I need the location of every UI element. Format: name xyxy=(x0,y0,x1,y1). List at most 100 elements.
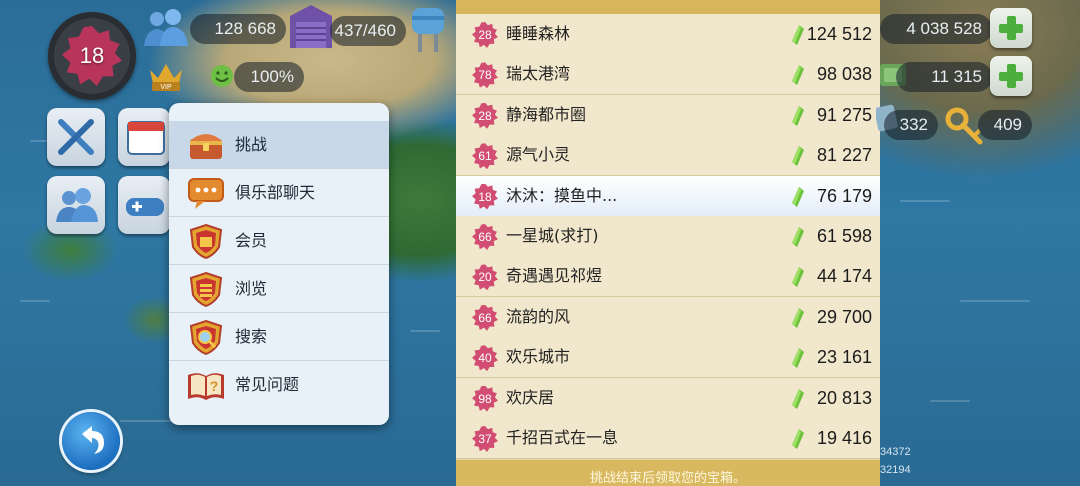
add-simoleons-button[interactable] xyxy=(990,8,1032,48)
green-gem-icon xyxy=(792,65,804,86)
city-level: 40 xyxy=(478,351,492,366)
menu-item-faq[interactable]: ? 常见问题 xyxy=(169,361,389,409)
city-name: 静海都市圈 xyxy=(506,104,587,124)
menu-item-search[interactable]: 搜索 xyxy=(169,313,389,361)
leaderboard-row[interactable]: 20 奇遇遇见祁煜 44 174 xyxy=(456,256,880,298)
simcash-counter: 11 315 xyxy=(896,62,992,92)
vip-badge-icon[interactable]: VIP xyxy=(146,58,186,94)
city-level: 37 xyxy=(478,432,492,446)
events-calendar-button[interactable] xyxy=(118,108,170,166)
golden-keys-counter: 332 xyxy=(884,110,938,140)
calendar-icon xyxy=(127,121,165,155)
city-name: 千招百式在一息 xyxy=(506,428,619,447)
treasure-chest-icon xyxy=(190,134,222,159)
green-gem-icon xyxy=(792,25,804,45)
challenge-score: 98 038 xyxy=(816,64,872,85)
city-name: 一星城(求打) xyxy=(506,226,599,245)
green-gem-icon xyxy=(792,348,804,369)
challenge-score: 19 416 xyxy=(816,428,872,448)
menu-item-label: 常见问题 xyxy=(235,375,300,394)
city-name: 源气小灵 xyxy=(506,145,571,165)
club-members-button[interactable] xyxy=(47,176,105,234)
green-gem-icon xyxy=(792,429,804,449)
challenge-score: 81 227 xyxy=(816,145,872,166)
city-name: 睡睡森林 xyxy=(506,24,571,43)
city-level: 98 xyxy=(478,391,492,406)
add-simcash-button[interactable] xyxy=(990,56,1032,96)
population-counter: 128 668 xyxy=(190,14,286,44)
green-gem-icon xyxy=(792,186,804,207)
back-button[interactable] xyxy=(62,412,120,470)
city-level: 66 xyxy=(478,310,492,325)
svg-text:VIP: VIP xyxy=(160,84,172,91)
members-shield-icon xyxy=(189,223,223,259)
green-gem-icon xyxy=(792,388,804,409)
menu-item-label: 浏览 xyxy=(235,279,268,298)
city-level: 20 xyxy=(478,270,492,285)
green-gem-icon xyxy=(792,146,804,167)
leaderboard-row[interactable]: 66 一星城(求打) 61 598 xyxy=(456,216,880,257)
search-shield-icon xyxy=(189,319,223,355)
games-controller-button[interactable] xyxy=(118,176,170,234)
city-name: 流韵的风 xyxy=(506,306,571,326)
club-side-menu: 挑战 俱乐部聊天 会员 浏览 搜索 ? 常见问题 xyxy=(169,103,389,425)
gamepad-icon xyxy=(126,198,164,216)
simoleons-counter: 4 038 528 xyxy=(880,14,992,44)
leaderboard-row[interactable]: 78 瑞太港湾 98 038 xyxy=(456,54,880,96)
city-name: 奇遇遇见祁煜 xyxy=(506,266,603,286)
menu-item-club-chat[interactable]: 俱乐部聊天 xyxy=(169,169,389,217)
green-gem-icon xyxy=(792,307,804,328)
storage-counter: 437/460 xyxy=(330,16,406,46)
city-level: 78 xyxy=(478,68,492,83)
people-icon xyxy=(56,188,98,222)
city-level: 61 xyxy=(478,149,492,164)
water-tower-icon xyxy=(404,2,452,54)
leaderboard-row[interactable]: 37 千招百式在一息 19 416 xyxy=(456,418,880,459)
leaderboard-row[interactable]: 66 流韵的风 29 700 xyxy=(456,296,880,338)
challenge-score: 44 174 xyxy=(816,266,872,287)
green-gem-icon xyxy=(792,105,804,126)
chest-reward-note: 挑战结束后领取您的宝箱。 xyxy=(589,471,746,486)
menu-item-label: 挑战 xyxy=(235,135,268,154)
challenge-score: 61 598 xyxy=(816,226,872,246)
happiness-percent: 100% xyxy=(234,62,304,92)
menu-item-label: 会员 xyxy=(235,231,268,250)
back-arrow-icon xyxy=(82,426,104,454)
happiness-smiley-icon xyxy=(210,64,234,88)
leaderboard-footer: 挑战结束后领取您的宝箱。 xyxy=(456,460,880,486)
leaderboard-row[interactable]: 28 静海都市圈 91 275 xyxy=(456,94,880,136)
wrench-screwdriver-icon xyxy=(58,119,94,155)
challenge-score: 91 275 xyxy=(816,104,872,125)
faq-book-icon: ? xyxy=(188,373,224,400)
leaderboard-row[interactable]: 98 欢庆居 20 813 xyxy=(456,377,880,419)
population-icon xyxy=(142,8,190,48)
storage-building-icon xyxy=(286,2,336,52)
menu-item-browse[interactable]: 浏览 xyxy=(169,265,389,313)
build-tools-button[interactable] xyxy=(47,108,105,166)
coordinate-readout-2: 32194 xyxy=(880,464,911,476)
city-level: 28 xyxy=(478,108,492,123)
leaderboard-row[interactable]: 18 沐沐：摸鱼中... 76 179 xyxy=(456,175,880,217)
leaderboard-row[interactable]: 40 欢乐城市 23 161 xyxy=(456,337,880,379)
challenge-score: 76 179 xyxy=(816,185,872,206)
leaderboard-header-strip xyxy=(456,0,880,14)
city-name: 欢乐城市 xyxy=(506,347,571,367)
challenge-score: 23 161 xyxy=(816,347,872,368)
chat-bubble-icon xyxy=(188,178,224,209)
city-name: 沐沐：摸鱼中... xyxy=(506,185,618,205)
menu-item-members[interactable]: 会员 xyxy=(169,217,389,265)
platinum-keys-counter: 409 xyxy=(978,110,1032,140)
leaderboard-row[interactable]: 61 源气小灵 81 227 xyxy=(456,135,880,177)
menu-item-label: 搜索 xyxy=(235,327,268,346)
coordinate-readout-1: 34372 xyxy=(880,446,911,458)
city-level: 18 xyxy=(478,189,492,204)
city-name: 欢庆居 xyxy=(506,387,555,407)
challenge-score: 29 700 xyxy=(816,306,872,327)
city-name: 瑞太港湾 xyxy=(506,64,571,84)
club-leaderboard: 28 睡睡森林 124 512 78 瑞太港湾 98 038 28 静海都市圈 91 275 61… xyxy=(456,0,880,486)
challenge-score: 124 512 xyxy=(806,24,872,44)
challenge-score: 20 813 xyxy=(816,387,872,408)
menu-item-challenge[interactable]: 挑战 xyxy=(169,121,389,169)
browse-shield-icon xyxy=(189,271,223,307)
leaderboard-row[interactable]: 28 睡睡森林 124 512 xyxy=(456,14,880,55)
